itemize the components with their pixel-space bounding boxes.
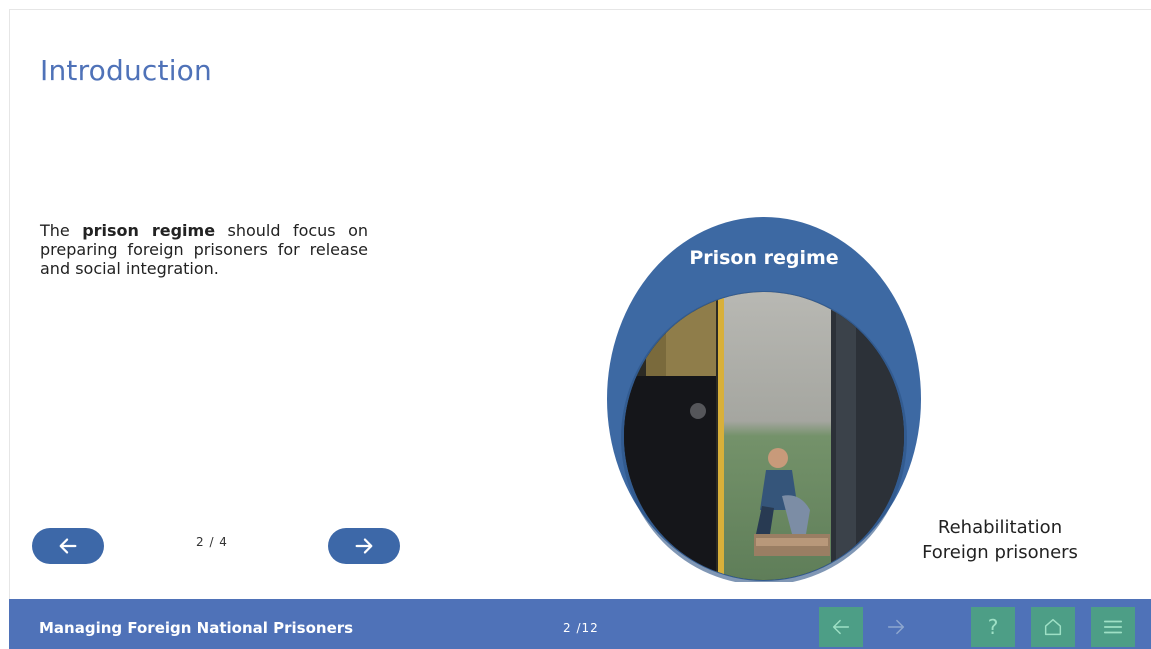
body-text-start: The [40, 221, 83, 240]
footer-bar: Managing Foreign National Prisoners 2 /1… [9, 599, 1151, 649]
menu-icon [1103, 620, 1123, 634]
caption-line-1: Rehabilitation [937, 517, 1063, 538]
arrow-right-icon [355, 538, 373, 554]
help-icon: ? [987, 615, 999, 639]
caption: Rehabilitation Foreign prisoners [880, 515, 1120, 565]
arrow-left-icon [832, 619, 850, 635]
medallion-label: Prison regime [689, 247, 839, 269]
slide-body-text: The prison regime should focus on prepar… [40, 221, 368, 278]
help-button[interactable]: ? [971, 607, 1015, 647]
arrow-right-icon [887, 619, 905, 635]
home-icon [1044, 618, 1062, 636]
course-title: Managing Foreign National Prisoners [39, 619, 354, 637]
sub-page-counter: 2 / 4 [196, 535, 228, 549]
prison-regime-medallion[interactable] [606, 216, 922, 582]
page-title: Introduction [40, 54, 212, 87]
page-counter: 2 /12 [563, 621, 599, 635]
previous-page-button[interactable] [819, 607, 863, 647]
sub-next-button[interactable] [328, 528, 400, 564]
slide-canvas [9, 9, 1151, 599]
arrow-left-icon [59, 538, 77, 554]
body-text-emphasis: prison regime [82, 221, 216, 240]
caption-line-2: Foreign prisoners [922, 542, 1078, 563]
sub-previous-button[interactable] [32, 528, 104, 564]
menu-button[interactable] [1091, 607, 1135, 647]
home-button[interactable] [1031, 607, 1075, 647]
next-page-button[interactable] [874, 607, 918, 647]
